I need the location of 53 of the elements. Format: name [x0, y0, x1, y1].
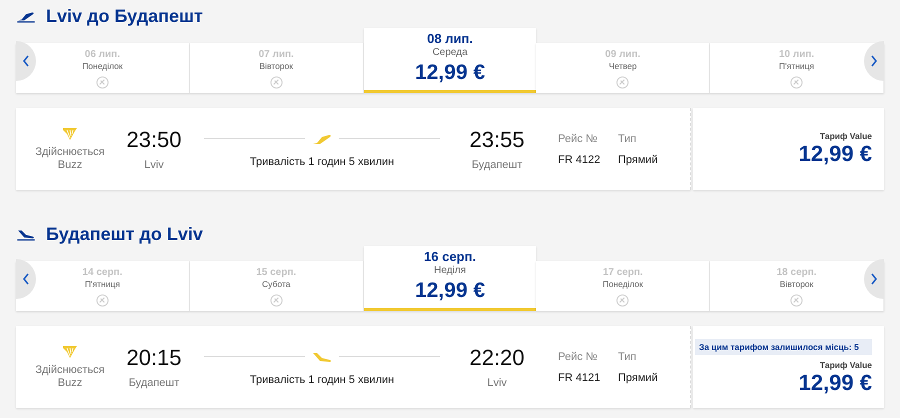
flight-number: FR 4122 [558, 154, 602, 166]
chevron-right-icon [870, 55, 878, 67]
fare-label: Тариф Value [820, 360, 872, 370]
no-flights-icon [790, 294, 804, 307]
fare-label: Тариф Value [820, 131, 872, 141]
chevron-left-icon [22, 55, 30, 67]
harp-logo-icon [62, 126, 78, 142]
no-flights-icon [270, 76, 283, 89]
no-flights-icon [270, 294, 283, 307]
fare-card[interactable]: Тариф Value 12,99 € [693, 108, 884, 190]
date-tab[interactable]: 07 лип. Вівторок [190, 43, 364, 93]
type-label: Тип [618, 350, 638, 362]
date-tab[interactable]: 06 лип. Понеділок [16, 43, 190, 93]
no-flights-icon [790, 76, 804, 89]
type-label: Тип [618, 132, 638, 144]
arrival-time: 22:20 [469, 345, 525, 371]
operator-text: Здійснюється Buzz [35, 364, 105, 390]
departure-time: 23:50 [126, 127, 182, 153]
operator-text: Здійснюється Buzz [35, 146, 105, 172]
section-title: Будапешт до Lviv [46, 224, 203, 244]
date-tab[interactable]: 16 серп. Неділя 12,99 € [364, 246, 536, 311]
no-flights-icon [96, 294, 109, 307]
harp-logo-icon [62, 344, 78, 360]
fare-price: 12,99 € [798, 141, 872, 167]
date-tab[interactable]: 08 лип. Середа 12,99 € [364, 28, 536, 93]
departure-city: Будапешт [128, 377, 180, 389]
duration-text: Тривалість 1 годин 5 хвилин [250, 374, 394, 386]
chevron-left-icon [22, 273, 30, 285]
arrival-city: Будапешт [472, 159, 522, 171]
departure-time: 20:15 [126, 345, 182, 371]
no-flights-icon [616, 76, 630, 89]
section-title: Lviv до Будапешт [46, 6, 203, 26]
fare-price: 12,99 € [798, 370, 872, 396]
date-tab[interactable]: 15 серп. Субота [190, 261, 364, 311]
chevron-right-icon [870, 273, 878, 285]
date-tab[interactable]: 18 серп. Вівторок [710, 261, 884, 311]
no-flights-icon [616, 294, 630, 307]
flight-number-label: Рейс № [558, 350, 598, 362]
flight-number: FR 4121 [558, 372, 602, 384]
date-tab[interactable]: 14 серп. П'ятниця [16, 261, 190, 311]
fare-card[interactable]: За цим тарифом залишилося місць: 5 Тариф Value 12,99 € [693, 326, 884, 408]
date-tab[interactable]: 17 серп. Понеділок [536, 261, 710, 311]
duration-text: Тривалість 1 годин 5 хвилин [250, 156, 394, 168]
arrival-time: 23:55 [469, 127, 525, 153]
flight-type: Прямий [618, 154, 659, 166]
departure-city: Lviv [144, 159, 164, 171]
no-flights-icon [96, 76, 109, 89]
date-tab[interactable]: 09 лип. Четвер [536, 43, 710, 93]
seats-left-badge: За цим тарифом залишилося місць: 5 [695, 338, 872, 354]
flight-type: Прямий [618, 372, 659, 384]
date-tab[interactable]: 10 лип. П'ятниця [710, 43, 884, 93]
flight-number-label: Рейс № [558, 132, 598, 144]
arrival-city: Lviv [487, 377, 507, 389]
